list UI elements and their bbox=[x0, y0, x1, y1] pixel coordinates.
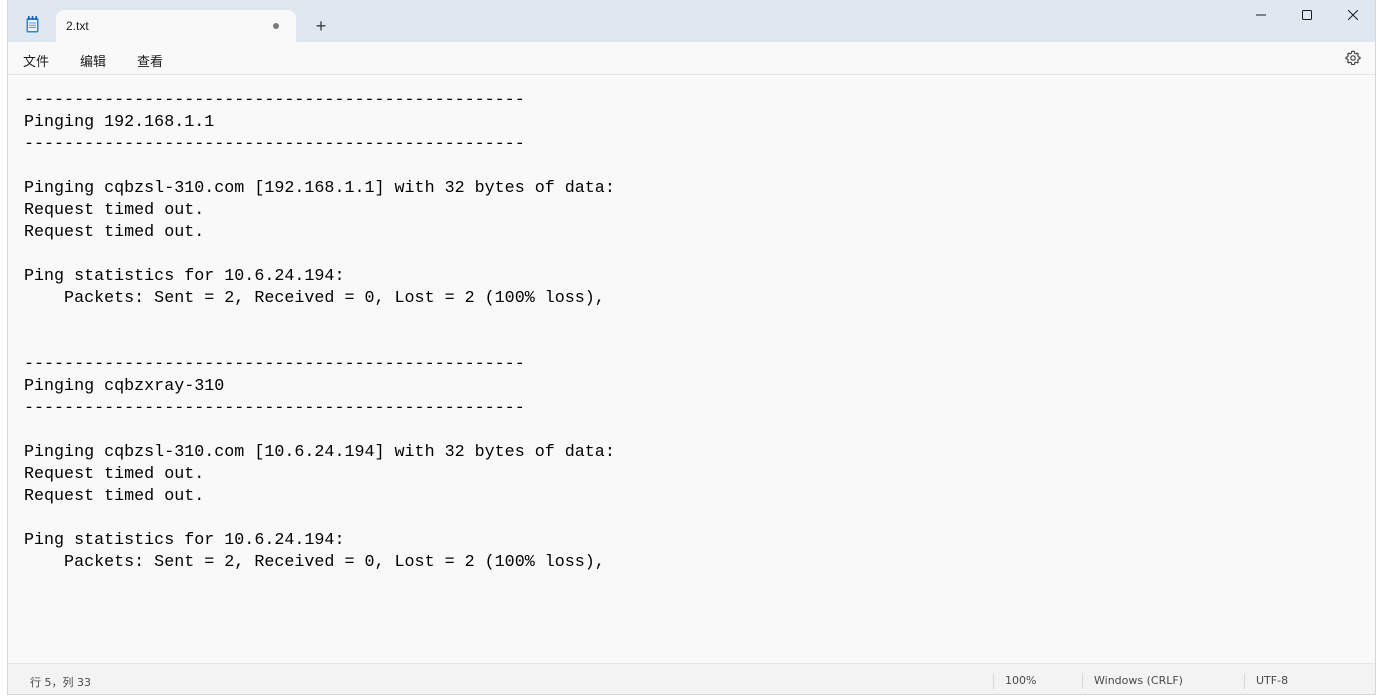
tab-title: 2.txt bbox=[66, 19, 89, 33]
menu-bar: 文件 编辑 查看 bbox=[8, 42, 1375, 75]
cursor-position: 行 5，列 33 bbox=[30, 676, 91, 689]
menu-view[interactable]: 查看 bbox=[137, 51, 163, 70]
text-editor[interactable]: ----------------------------------------… bbox=[8, 75, 1375, 663]
status-divider bbox=[993, 673, 994, 689]
minimize-icon bbox=[1256, 14, 1266, 16]
zoom-level[interactable]: 100% bbox=[1005, 674, 1036, 687]
minimize-button[interactable] bbox=[1238, 0, 1284, 30]
maximize-button[interactable] bbox=[1284, 0, 1330, 30]
tab-2-txt[interactable]: 2.txt bbox=[56, 10, 296, 42]
notepad-icon bbox=[26, 16, 39, 33]
new-tab-button[interactable]: + bbox=[309, 14, 333, 38]
encoding[interactable]: UTF-8 bbox=[1256, 674, 1288, 687]
status-bar: 行 5，列 33 100% Windows (CRLF) UTF-8 bbox=[8, 663, 1375, 694]
menu-file[interactable]: 文件 bbox=[23, 51, 49, 70]
editor-content[interactable]: ----------------------------------------… bbox=[24, 90, 615, 574]
maximize-icon bbox=[1302, 10, 1312, 20]
notepad-window: 2.txt + 文件 编辑 查看 -----------------------… bbox=[7, 0, 1376, 695]
close-icon bbox=[1348, 10, 1358, 20]
close-button[interactable] bbox=[1330, 0, 1375, 30]
status-divider bbox=[1244, 673, 1245, 689]
gear-icon[interactable] bbox=[1345, 50, 1361, 66]
title-bar: 2.txt + bbox=[8, 0, 1375, 42]
menu-edit[interactable]: 编辑 bbox=[80, 51, 106, 70]
unsaved-dot-icon[interactable] bbox=[273, 23, 279, 29]
line-ending[interactable]: Windows (CRLF) bbox=[1094, 674, 1183, 687]
status-divider bbox=[1082, 673, 1083, 689]
